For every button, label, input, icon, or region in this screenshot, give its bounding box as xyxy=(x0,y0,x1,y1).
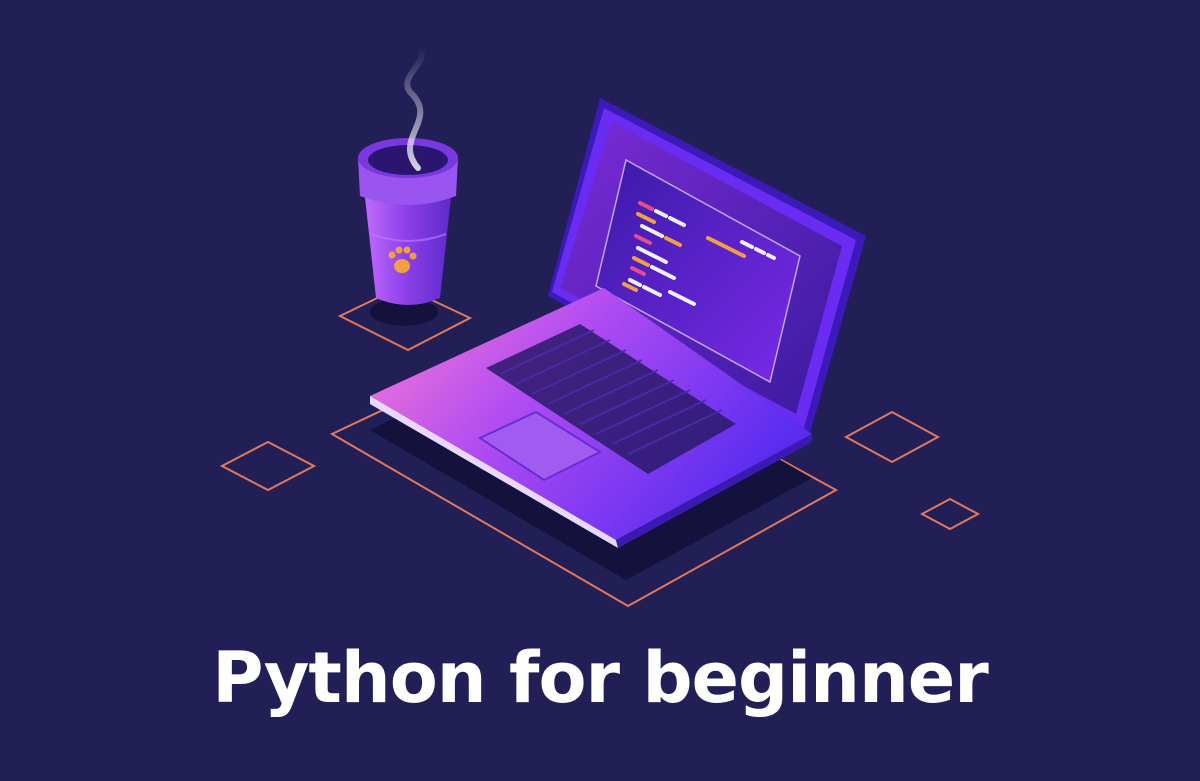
square-left xyxy=(219,440,317,492)
coffee-cup xyxy=(358,138,458,326)
square-right-large xyxy=(843,410,941,464)
page-title: Python for beginner xyxy=(212,637,989,719)
square-right-small xyxy=(919,497,981,531)
